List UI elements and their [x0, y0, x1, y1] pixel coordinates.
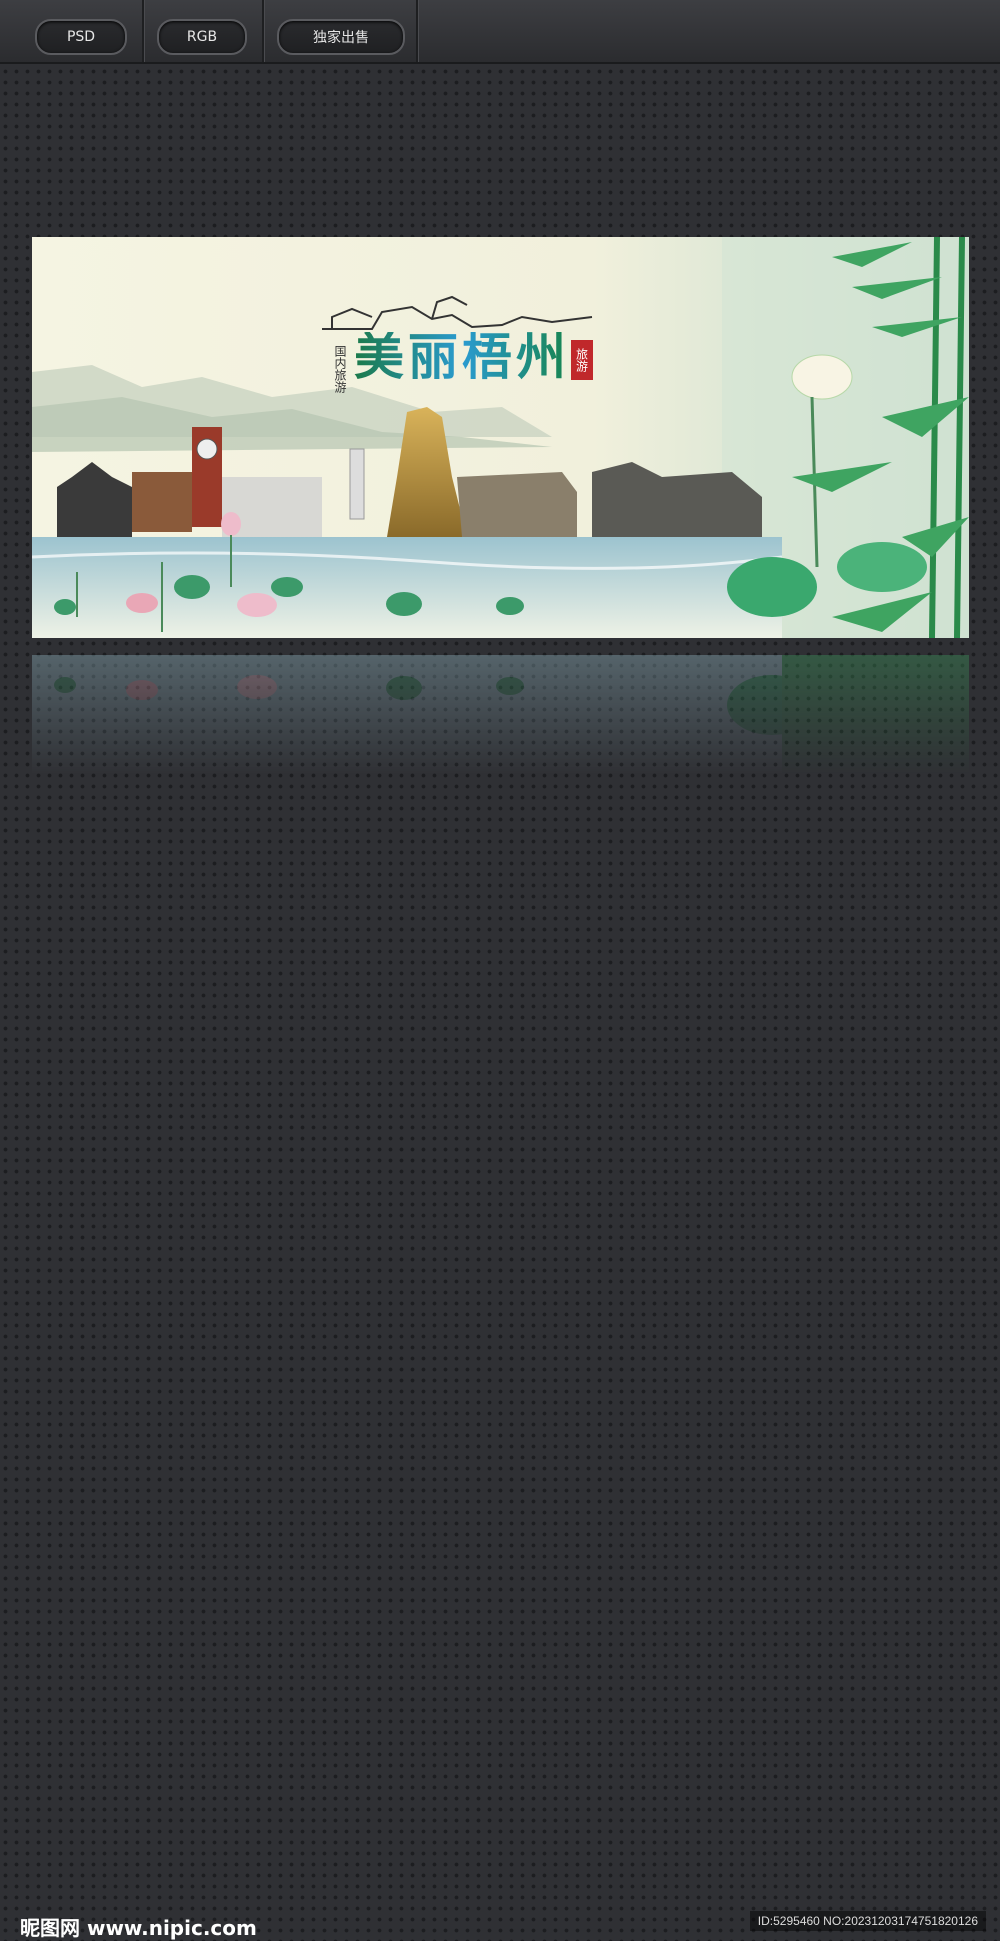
image-id-label: ID:5295460 NO:20231203174751820126 [749, 1911, 986, 1931]
site-logo[interactable]: 昵图网 www.nipic.com [20, 1912, 257, 1941]
rgb-mode-button[interactable]: RGB [157, 19, 247, 55]
lotus-leaf [727, 557, 817, 617]
tourism-banner: 美丽梧州 国内旅游 旅游 [32, 237, 969, 638]
top-toolbar: PSD RGB 独家出售 [0, 0, 1000, 64]
banner-illustration [32, 237, 969, 638]
exclusive-sale-button[interactable]: 独家出售 [277, 19, 405, 55]
banner-reflection [32, 655, 969, 775]
psd-format-button[interactable]: PSD [35, 19, 127, 55]
red-stamp: 旅游 [571, 340, 593, 380]
banner-title: 美丽梧州 [354, 327, 570, 386]
toolbar-divider [416, 0, 418, 62]
toolbar-divider [142, 0, 144, 62]
vertical-tag: 国内旅游 [333, 345, 347, 393]
ink-village-sketch [322, 295, 593, 330]
lotus-leaf [837, 542, 927, 592]
footer: 昵图网 www.nipic.com ID:5295460 NO:20231203… [0, 950, 1000, 1940]
toolbar-divider [262, 0, 264, 62]
white-lotus [791, 354, 853, 400]
